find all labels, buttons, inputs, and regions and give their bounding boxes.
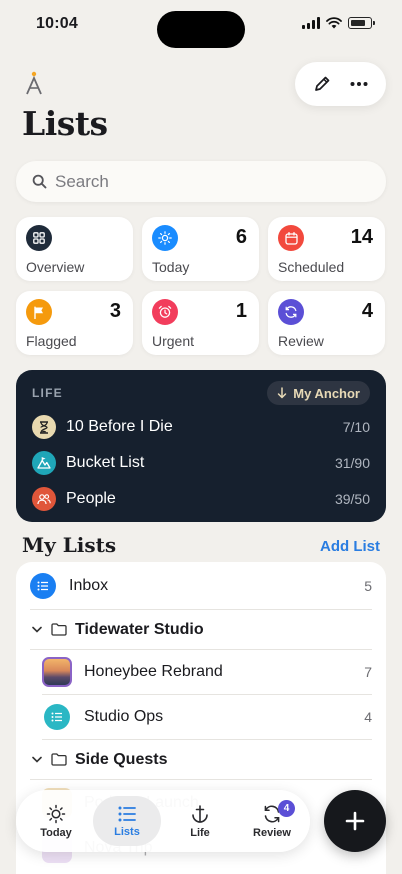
chevron-down-icon — [32, 756, 42, 763]
tile-count: 14 — [350, 226, 373, 248]
page-title: Lists — [22, 104, 108, 143]
refresh-icon — [278, 299, 304, 325]
my-anchor-button[interactable]: My Anchor — [267, 381, 370, 405]
tile-count: 6 — [235, 226, 247, 248]
search-input[interactable] — [55, 171, 355, 192]
list-item-count: 4 — [364, 709, 372, 725]
people-icon — [32, 487, 56, 511]
list-item-count: 7 — [364, 664, 372, 680]
list-icon — [30, 572, 56, 599]
calendar-icon — [278, 225, 304, 251]
group-name: Side Quests — [75, 750, 168, 768]
list-cover-image — [42, 657, 72, 687]
tile-flagged[interactable]: 3 Flagged — [16, 291, 133, 355]
sun-icon — [152, 225, 178, 251]
dynamic-island — [157, 11, 245, 48]
hourglass-icon — [32, 415, 56, 439]
group-side-quests[interactable]: Side Quests — [30, 740, 372, 780]
life-item-progress: 39/50 — [334, 491, 370, 507]
search-bar[interactable] — [16, 161, 386, 202]
life-item-name: People — [66, 490, 116, 507]
life-item-people[interactable]: People 39/50 — [32, 485, 370, 513]
header-actions — [295, 62, 386, 106]
tab-label: Today — [40, 826, 72, 839]
plus-icon — [345, 811, 365, 831]
my-anchor-label: My Anchor — [293, 385, 360, 401]
group-name: Tidewater Studio — [75, 620, 204, 638]
alarm-icon — [152, 299, 178, 325]
chevron-down-icon — [32, 626, 42, 633]
tile-review[interactable]: 4 Review — [268, 291, 385, 355]
life-item-name: Bucket List — [66, 454, 145, 471]
folder-icon — [51, 753, 67, 766]
tile-overview[interactable]: Overview — [16, 217, 133, 281]
sun-icon — [46, 804, 66, 823]
list-icon — [44, 704, 70, 730]
life-item-name: 10 Before I Die — [66, 418, 173, 435]
tab-label: Life — [190, 826, 210, 839]
life-item-progress: 7/10 — [342, 419, 370, 435]
system-icons — [302, 17, 375, 29]
my-lists-heading: My Lists — [22, 533, 117, 557]
tile-urgent[interactable]: 1 Urgent — [142, 291, 259, 355]
tab-label: Review — [253, 826, 291, 839]
tile-today[interactable]: 6 Today — [142, 217, 259, 281]
tile-label: Scheduled — [278, 259, 345, 275]
tile-label: Flagged — [26, 333, 77, 349]
pencil-icon — [314, 76, 330, 91]
tile-count: 3 — [109, 300, 121, 322]
list-item-count: 5 — [364, 577, 372, 594]
status-time: 10:04 — [36, 15, 78, 32]
search-icon — [32, 174, 47, 189]
battery-icon — [348, 17, 375, 29]
life-section-label: LIFE — [32, 386, 63, 400]
more-icon — [350, 82, 368, 86]
status-bar: 10:04 — [0, 0, 402, 50]
tab-today[interactable]: Today — [22, 796, 90, 846]
life-card: LIFE My Anchor 10 Before I Die 7/10 Buck… — [16, 370, 386, 522]
list-item-studio-ops[interactable]: Studio Ops 4 — [42, 695, 372, 740]
wifi-icon — [326, 17, 342, 29]
add-button[interactable] — [324, 790, 386, 852]
more-button[interactable] — [343, 68, 375, 100]
tab-bar: Today Lists Life Review 4 — [16, 790, 310, 852]
life-item-bucket-list[interactable]: Bucket List 31/90 — [32, 449, 370, 477]
tab-life[interactable]: Life — [166, 796, 234, 846]
tile-label: Urgent — [152, 333, 195, 349]
list-item-name: Studio Ops — [84, 708, 164, 725]
tab-lists[interactable]: Lists — [93, 796, 161, 846]
anchor-icon — [192, 804, 208, 823]
tile-count: 1 — [235, 300, 247, 322]
tab-review[interactable]: Review 4 — [238, 796, 306, 846]
list-item-name: Inbox — [69, 576, 109, 594]
arrow-down-icon — [278, 387, 287, 399]
flag-icon — [26, 299, 52, 325]
review-badge: 4 — [278, 800, 295, 817]
group-tidewater-studio[interactable]: Tidewater Studio — [30, 610, 372, 650]
tile-label: Overview — [26, 259, 85, 275]
mountain-icon — [32, 451, 56, 475]
app-logo-icon — [26, 71, 42, 95]
grid-icon — [26, 225, 52, 251]
tile-count: 4 — [361, 300, 373, 322]
list-item-honeybee-rebrand[interactable]: Honeybee Rebrand 7 — [42, 650, 372, 695]
folder-icon — [51, 623, 67, 636]
tab-label: Lists — [114, 825, 140, 838]
edit-button[interactable] — [306, 68, 338, 100]
list-item-inbox[interactable]: Inbox 5 — [30, 562, 372, 610]
life-item-progress: 31/90 — [334, 455, 370, 471]
list-icon — [118, 806, 136, 821]
list-item-name: Honeybee Rebrand — [84, 663, 223, 680]
cellular-signal-icon — [302, 17, 320, 29]
life-item-10-before-i-die[interactable]: 10 Before I Die 7/10 — [32, 413, 370, 441]
tile-label: Today — [152, 259, 190, 275]
add-list-button[interactable]: Add List — [320, 538, 380, 555]
tile-label: Review — [278, 333, 324, 349]
tile-scheduled[interactable]: 14 Scheduled — [268, 217, 385, 281]
